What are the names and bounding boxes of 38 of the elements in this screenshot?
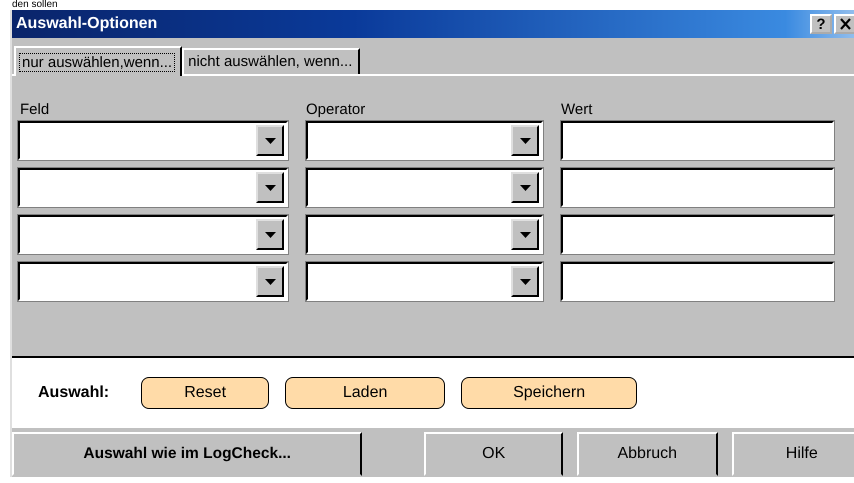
selection-button[interactable]: Reset: [141, 377, 270, 409]
window-title: Auswahl-Optionen: [15, 15, 158, 33]
dialog-button[interactable]: OK: [424, 432, 564, 476]
close-icon: [838, 18, 852, 30]
column-label: Feld: [20, 101, 50, 118]
dropdown[interactable]: [18, 121, 288, 160]
dropdown[interactable]: [306, 262, 543, 301]
caret-icon: [520, 232, 530, 238]
column-label: Operator: [306, 101, 366, 118]
caret-icon: [264, 184, 276, 190]
column-label: Wert: [561, 101, 594, 118]
value-field[interactable]: [561, 168, 834, 207]
dropdown[interactable]: [18, 215, 288, 254]
logcheck-button[interactable]: Auswahl wie im LogCheck...: [12, 432, 362, 476]
tab[interactable]: nur auswählen,wenn...: [14, 46, 182, 76]
dropdown[interactable]: [18, 168, 288, 207]
background-text: den sollen: [11, 0, 59, 10]
selection-button[interactable]: Speichern: [461, 377, 638, 409]
caret-icon: [520, 278, 530, 284]
caret-icon: [264, 232, 276, 238]
caret-icon: [264, 138, 276, 144]
dialog-button[interactable]: Abbruch: [577, 432, 718, 476]
selection-button[interactable]: Laden: [285, 377, 446, 409]
dropdown[interactable]: [306, 121, 543, 160]
value-field[interactable]: [561, 121, 834, 160]
caret-icon: [520, 138, 530, 144]
caret-icon: [520, 184, 530, 190]
dropdown[interactable]: [18, 262, 288, 301]
selection-label: Auswahl:: [38, 384, 110, 402]
close-button[interactable]: [834, 14, 854, 34]
value-field[interactable]: [561, 262, 834, 301]
dialog-button[interactable]: Hilfe: [732, 432, 854, 476]
dropdown[interactable]: [306, 168, 543, 207]
tab[interactable]: nicht auswählen, wenn...: [182, 48, 360, 74]
value-field[interactable]: [561, 215, 834, 254]
caret-icon: [264, 278, 276, 284]
help-button[interactable]: ?: [810, 14, 832, 34]
dropdown[interactable]: [306, 215, 543, 254]
